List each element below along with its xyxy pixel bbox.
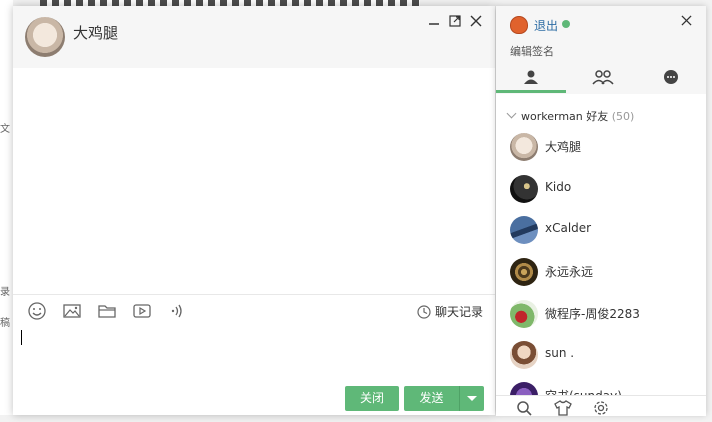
contact-avatar: [25, 17, 65, 57]
friend-item[interactable]: xCalder: [496, 216, 706, 256]
friend-name: sun .: [545, 346, 575, 360]
friend-item[interactable]: 大鸡腿: [496, 133, 706, 173]
panel-tabs: [496, 62, 706, 94]
close-button[interactable]: 关闭: [345, 386, 399, 411]
friend-item[interactable]: 微程序-周俊2283: [496, 300, 706, 340]
chat-history-button[interactable]: 聊天记录: [417, 303, 483, 320]
tab-friends[interactable]: [496, 62, 566, 93]
chat-history-label: 聊天记录: [434, 305, 483, 319]
friend-avatar: [510, 175, 538, 203]
my-avatar[interactable]: [510, 16, 528, 34]
edit-signature[interactable]: 编辑签名: [510, 43, 554, 59]
friend-name: 永远永远: [545, 265, 594, 279]
message-area[interactable]: [13, 68, 495, 294]
chevron-down-icon: [506, 108, 517, 119]
group-icon: [592, 70, 614, 85]
friend-name: Kido: [545, 180, 572, 194]
friend-name: xCalder: [545, 221, 592, 235]
image-icon[interactable]: [62, 301, 82, 321]
tab-groups[interactable]: [566, 62, 636, 93]
chat-header: 大鸡腿: [13, 6, 495, 68]
friend-item[interactable]: 永远永远: [496, 258, 706, 298]
friend-name: 微程序-周俊2283: [545, 307, 640, 321]
contact-name: 大鸡腿: [73, 24, 119, 42]
tab-history[interactable]: [636, 62, 706, 93]
friend-group-header[interactable]: workerman 好友 (50): [506, 108, 635, 124]
send-button[interactable]: 发送: [404, 386, 459, 411]
close-icon[interactable]: [469, 15, 483, 29]
chat-history-icon: [664, 70, 678, 84]
minimize-icon[interactable]: [427, 15, 441, 29]
video-icon[interactable]: [132, 301, 152, 321]
folder-icon[interactable]: [97, 301, 117, 321]
maximize-icon[interactable]: [448, 15, 462, 29]
friends-icon: [524, 70, 538, 84]
emoji-icon[interactable]: [27, 301, 47, 321]
background-text: 稿: [0, 318, 10, 329]
skin-icon[interactable]: [554, 400, 572, 416]
background-text: 文: [0, 124, 10, 135]
close-icon[interactable]: [681, 14, 692, 30]
online-status-dot[interactable]: [562, 20, 570, 28]
panel-footer: [496, 395, 706, 416]
logout-link[interactable]: 退出: [534, 17, 558, 34]
clock-icon: [417, 305, 431, 319]
background-text: 录: [0, 287, 10, 298]
friend-item[interactable]: Kido: [496, 175, 706, 215]
friend-name: 大鸡腿: [545, 140, 582, 154]
background-page: 文 录 稿: [0, 0, 13, 415]
chat-window: 大鸡腿 聊天记录 关闭 发送: [13, 6, 495, 415]
friend-avatar: [510, 216, 538, 244]
search-icon[interactable]: [516, 400, 532, 416]
text-caret: [21, 330, 22, 345]
friend-avatar: [510, 258, 538, 286]
chat-toolbar: 聊天记录: [13, 294, 495, 327]
friend-avatar: [510, 133, 538, 161]
panel-header: 退出 编辑签名: [496, 6, 706, 94]
friend-avatar: [510, 341, 538, 369]
audio-icon[interactable]: [167, 301, 187, 321]
group-name: workerman 好友: [521, 110, 609, 123]
send-options-chevron-down-icon[interactable]: [459, 386, 484, 411]
friend-item[interactable]: sun .: [496, 341, 706, 381]
friend-avatar: [510, 300, 538, 328]
group-count: (50): [611, 110, 635, 123]
settings-icon[interactable]: [593, 400, 609, 416]
message-input[interactable]: [13, 326, 495, 382]
friends-panel: 退出 编辑签名 workerman 好友 (50) 大鸡腿 Kido xCald…: [496, 6, 706, 416]
